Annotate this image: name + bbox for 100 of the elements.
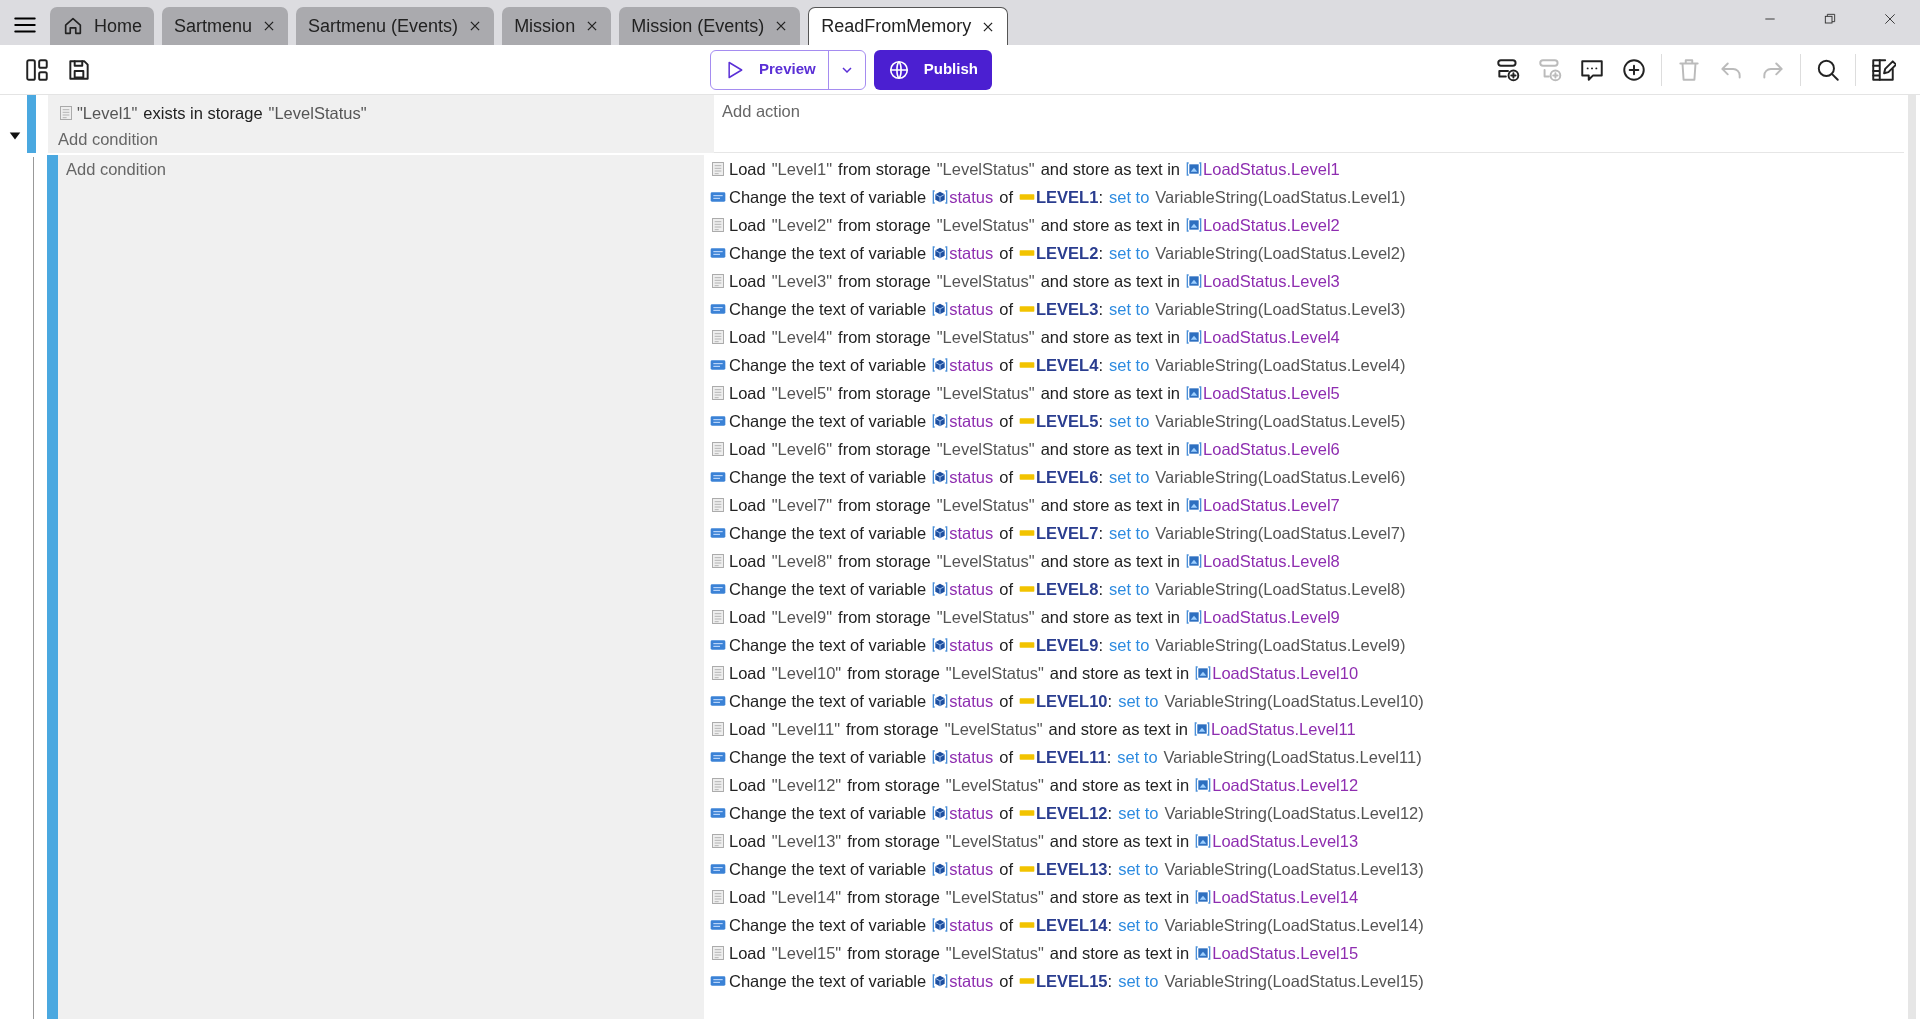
- string-value: VariableString(LoadStatus.Level2): [1155, 242, 1406, 264]
- variable-name[interactable]: status: [949, 408, 994, 434]
- variable-name[interactable]: LoadStatus.Level1: [1203, 156, 1340, 182]
- object-name[interactable]: LEVEL14: [1036, 912, 1108, 938]
- action-text: Load: [729, 438, 766, 460]
- publish-button[interactable]: Publish: [873, 49, 992, 90]
- action-text: and store as text in: [1040, 158, 1181, 180]
- variable-name[interactable]: LoadStatus.Level4: [1203, 324, 1340, 350]
- variable-name[interactable]: LoadStatus.Level7: [1203, 492, 1340, 518]
- object-name[interactable]: LEVEL6: [1036, 464, 1099, 490]
- object-name[interactable]: LEVEL9: [1036, 632, 1099, 658]
- variable-name[interactable]: LoadStatus.Level10: [1212, 660, 1359, 686]
- tab[interactable]: ReadFromMemory: [808, 7, 1009, 45]
- object-name[interactable]: LEVEL12: [1036, 800, 1108, 826]
- string-value: VariableString(LoadStatus.Level15): [1164, 970, 1424, 992]
- variable-name[interactable]: status: [949, 912, 994, 938]
- add-action-link[interactable]: Add action: [722, 99, 800, 124]
- string-value: "Level5": [771, 382, 833, 404]
- action-text: :: [1098, 298, 1103, 320]
- variable-name[interactable]: status: [949, 576, 994, 602]
- add-condition-link[interactable]: Add condition: [66, 157, 696, 182]
- add-event-icon[interactable]: [1495, 56, 1521, 83]
- tab[interactable]: Mission (Events): [619, 7, 801, 45]
- variable-name[interactable]: status: [949, 744, 994, 770]
- action-text: and store as text in: [1049, 830, 1190, 852]
- tab-label: Mission (Events): [631, 14, 765, 38]
- variable-name[interactable]: LoadStatus.Level14: [1212, 884, 1359, 910]
- string-value: "Level3": [771, 270, 833, 292]
- document-icon: [710, 777, 726, 793]
- object-name[interactable]: LEVEL15: [1036, 968, 1108, 994]
- variable-name[interactable]: LoadStatus.Level3: [1203, 268, 1340, 294]
- action-text: Change the text of variable: [729, 186, 927, 208]
- add-condition-link[interactable]: Add condition: [58, 127, 704, 152]
- object-name[interactable]: LEVEL8: [1036, 576, 1099, 602]
- variable-name[interactable]: status: [949, 688, 994, 714]
- object-name[interactable]: LEVEL10: [1036, 688, 1108, 714]
- object-name[interactable]: LEVEL13: [1036, 856, 1108, 882]
- variable-icon: [1195, 777, 1212, 793]
- restore-icon[interactable]: [1822, 11, 1838, 27]
- variable-name[interactable]: status: [949, 296, 994, 322]
- variable-name[interactable]: LoadStatus.Level13: [1212, 828, 1359, 854]
- action-text: from storage: [838, 550, 931, 572]
- tab[interactable]: Mission: [502, 7, 612, 45]
- variable-name[interactable]: LoadStatus.Level5: [1203, 380, 1340, 406]
- action-text: and store as text in: [1049, 662, 1190, 684]
- object-name[interactable]: LEVEL4: [1036, 352, 1099, 378]
- variable-name[interactable]: LoadStatus.Level6: [1203, 436, 1340, 462]
- object-name[interactable]: LEVEL7: [1036, 520, 1099, 546]
- string-value: VariableString(LoadStatus.Level10): [1164, 690, 1424, 712]
- string-value: "LevelStatus": [936, 214, 1035, 236]
- variable-name[interactable]: status: [949, 856, 994, 882]
- variable-icon: [710, 357, 726, 373]
- action-text: Load: [729, 550, 766, 572]
- object-name[interactable]: LEVEL1: [1036, 184, 1099, 210]
- variable-name[interactable]: LoadStatus.Level11: [1211, 716, 1356, 742]
- close-icon[interactable]: [1882, 11, 1898, 27]
- action-text: Change the text of variable: [729, 802, 927, 824]
- cube-icon: [932, 637, 949, 653]
- layout-icon[interactable]: [24, 56, 50, 83]
- variable-name[interactable]: LoadStatus.Level9: [1203, 604, 1340, 630]
- variable-icon: [1186, 441, 1203, 457]
- action-text: from storage: [847, 662, 940, 684]
- tab[interactable]: Sartmenu: [162, 7, 289, 45]
- object-name[interactable]: LEVEL11: [1036, 744, 1107, 770]
- variable-icon: [1186, 217, 1203, 233]
- variable-name[interactable]: LoadStatus.Level8: [1203, 548, 1340, 574]
- variable-name[interactable]: LoadStatus.Level12: [1212, 772, 1359, 798]
- variable-name[interactable]: LoadStatus.Level15: [1212, 940, 1359, 966]
- action-text: from storage: [847, 886, 940, 908]
- variable-icon: [710, 581, 726, 597]
- variable-name[interactable]: LoadStatus.Level2: [1203, 212, 1340, 238]
- variable-name[interactable]: status: [949, 352, 994, 378]
- tab[interactable]: Home: [50, 7, 154, 45]
- variable-name[interactable]: status: [949, 800, 994, 826]
- tab[interactable]: Sartmenu (Events): [296, 7, 495, 45]
- variable-name[interactable]: status: [949, 240, 994, 266]
- action-text: from storage: [838, 158, 931, 180]
- tab-label: ReadFromMemory: [821, 15, 972, 38]
- object-name[interactable]: LEVEL5: [1036, 408, 1099, 434]
- string-value: "Level12": [771, 774, 842, 796]
- variable-icon: [710, 413, 726, 429]
- cube-icon: [932, 581, 949, 597]
- string-value: "LevelStatus": [945, 830, 1044, 852]
- edit-icon[interactable]: [1870, 56, 1896, 83]
- operation-text: set to: [1108, 298, 1150, 320]
- variable-name[interactable]: status: [949, 520, 994, 546]
- action-text: from storage: [846, 718, 939, 740]
- scrollbar[interactable]: [1908, 95, 1916, 1019]
- variable-name[interactable]: status: [949, 184, 994, 210]
- object-name[interactable]: LEVEL2: [1036, 240, 1099, 266]
- action-text: Load: [729, 494, 766, 516]
- variable-name[interactable]: status: [949, 968, 994, 994]
- variable-icon: [710, 245, 726, 261]
- add-icon[interactable]: [1621, 56, 1647, 83]
- variable-icon: [1195, 833, 1212, 849]
- action-text: and store as text in: [1049, 774, 1190, 796]
- variable-name[interactable]: status: [949, 632, 994, 658]
- string-value: "LevelStatus": [945, 774, 1044, 796]
- variable-name[interactable]: status: [949, 464, 994, 490]
- object-name[interactable]: LEVEL3: [1036, 296, 1099, 322]
